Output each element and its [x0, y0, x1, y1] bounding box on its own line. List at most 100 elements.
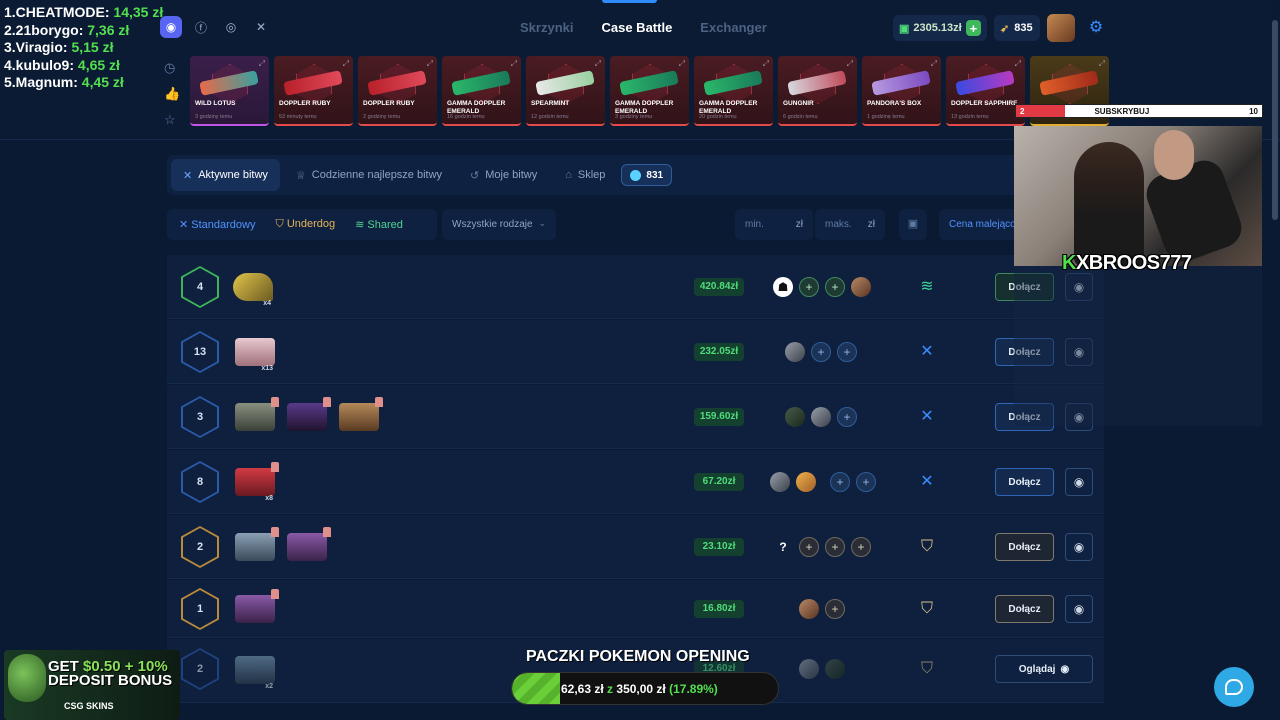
battle-row[interactable]: 8 x8 67.20zł + + ✕ Dołącz ◉	[167, 450, 1104, 514]
max-price-input[interactable]: maks. zł	[815, 209, 885, 240]
case-image	[235, 589, 279, 623]
recent-drop-item[interactable]: ⤢ GAMMA DOPPLER EMERALD 3 godziny temu	[610, 56, 689, 126]
join-button[interactable]: Dołącz	[995, 468, 1054, 496]
battle-row[interactable]: 2 23.10zł ? + + + ⛉ Dołącz ◉	[167, 515, 1104, 579]
battle-filters: ✕ Standardowy ⛉ Underdog ≋ Shared Wszyst…	[167, 209, 1019, 240]
empty-slot[interactable]: +	[799, 537, 819, 557]
filter-standard[interactable]: ✕ Standardowy	[179, 218, 256, 231]
player-avatar	[851, 277, 871, 297]
shared-mode-icon: ≋	[920, 278, 934, 295]
chat-button[interactable]	[1214, 667, 1254, 707]
promo-brand: CSG SKINS	[64, 701, 114, 711]
recent-drop-item[interactable]: ⤢ GAMMA DOPPLER EMERALD 16 godzin temu	[442, 56, 521, 126]
player-slots	[799, 659, 845, 679]
battle-price: 23.10zł	[694, 538, 744, 556]
recent-drop-item[interactable]: ⤢ DOPPLER RUBY 2 godziny temu	[358, 56, 437, 126]
player-avatar	[825, 659, 845, 679]
round-count: 3	[181, 396, 219, 438]
recent-drop-item[interactable]: ⤢ DOPPLER SAPPHIRE 13 godzin temu	[946, 56, 1025, 126]
x-icon[interactable]: ✕	[250, 16, 272, 38]
drops-filter-icons: ◷ 👍 ☆	[164, 60, 180, 128]
instagram-icon[interactable]: ◎	[220, 16, 242, 38]
drop-time: 16 godzin temu	[447, 114, 485, 120]
join-button[interactable]: Dołącz	[995, 533, 1054, 561]
case-image	[339, 397, 383, 431]
drop-name: GUNGNIR	[783, 100, 814, 107]
nav-case-battle[interactable]: Case Battle	[601, 20, 672, 35]
social-links: ◉ ⓕ ◎ ✕	[160, 16, 272, 38]
case-link-icon: ⤢	[1098, 59, 1105, 68]
watch-button[interactable]: Oglądaj ◉	[995, 655, 1093, 683]
drop-name: DOPPLER RUBY	[363, 100, 415, 107]
join-button[interactable]: Dołącz	[995, 595, 1054, 623]
nav-skrzynki[interactable]: Skrzynki	[520, 20, 573, 35]
empty-slot[interactable]: +	[837, 407, 857, 427]
case-link-icon: ⤢	[426, 59, 433, 68]
watch-icon[interactable]: ◉	[1065, 533, 1093, 561]
empty-slot[interactable]: +	[830, 472, 850, 492]
sort-select[interactable]: Cena malejąco	[939, 209, 1019, 240]
battle-price: 67.20zł	[694, 473, 744, 491]
wallet-balance[interactable]: ▣ 2305.13zł +	[893, 15, 987, 41]
coin-icon	[630, 169, 642, 181]
battle-row[interactable]: 3 159.60zł + ✕ Dołącz ◉	[167, 385, 1104, 449]
empty-slot[interactable]: +	[851, 537, 871, 557]
drop-time: 2 godziny temu	[363, 114, 401, 120]
battle-tabs: ✕ Aktywne bitwy ♕ Codzienne najlepsze bi…	[167, 155, 1027, 195]
recent-drop-item[interactable]: ⤢ PANDORA'S BOX 1 godzinę temu	[862, 56, 941, 126]
empty-slot[interactable]: +	[825, 277, 845, 297]
drop-name: PANDORA'S BOX	[867, 100, 922, 107]
drop-name: WILD LOTUS	[195, 100, 236, 107]
empty-slot[interactable]: +	[856, 472, 876, 492]
min-price-input[interactable]: min. zł	[735, 209, 813, 240]
empty-slot[interactable]: +	[837, 342, 857, 362]
round-count: 4	[181, 266, 219, 308]
leaderboard-row: 2.21borygo: 7,36 zł	[4, 21, 130, 38]
tab-my-battles[interactable]: ↺ Moje bitwy	[458, 159, 549, 191]
case-link-icon: ⤢	[678, 59, 685, 68]
battle-row[interactable]: 1 16.80zł + ⛉ Dołącz ◉	[167, 580, 1104, 638]
drop-time: 13 godzin temu	[951, 114, 989, 120]
thumbs-up-icon[interactable]: 👍	[164, 86, 180, 102]
case-link-icon: ⤢	[846, 59, 853, 68]
drop-name: DOPPLER SAPPHIRE	[951, 100, 1018, 107]
battle-row[interactable]: 13 x13 232.05zł + + ✕ Dołącz ◉	[167, 320, 1104, 384]
discord-icon[interactable]: ◉	[160, 16, 182, 38]
empty-slot[interactable]: +	[825, 537, 845, 557]
promo-banner[interactable]: GET $0.50 + 10% DEPOSIT BONUS CSG SKINS	[4, 650, 180, 720]
case-filter-icon[interactable]: ▣	[899, 209, 927, 240]
nav-exchanger[interactable]: Exchanger	[700, 20, 766, 35]
round-count: 1	[181, 588, 219, 630]
gear-icon[interactable]: ⚙	[1086, 18, 1106, 38]
user-avatar[interactable]	[1047, 14, 1075, 42]
recent-drop-item[interactable]: ⤢ WILD LOTUS 3 godziny temu	[190, 56, 269, 126]
overlay-panel	[1014, 266, 1262, 426]
empty-slot[interactable]: +	[799, 277, 819, 297]
watch-icon[interactable]: ◉	[1065, 468, 1093, 496]
leaderboard-row: 3.Viragio: 5,15 zł	[4, 39, 114, 55]
empty-slot[interactable]: +	[825, 599, 845, 619]
recent-drop-item[interactable]: ⤢ GUNGNIR 6 godzin temu	[778, 56, 857, 126]
tab-shop[interactable]: ⌂ Sklep	[553, 159, 617, 191]
recent-drop-item[interactable]: ⤢ SPEARMINT 12 godzin temu	[526, 56, 605, 126]
standard-mode-icon: ✕	[920, 343, 934, 360]
watch-icon[interactable]: ◉	[1065, 595, 1093, 623]
donation-goal-fill	[512, 673, 560, 704]
recent-drop-item[interactable]: ⤢ GAMMA DOPPLER EMERALD 20 godzin temu	[694, 56, 773, 126]
type-select[interactable]: Wszystkie rodzaje ⌄	[442, 209, 556, 240]
tab-active-battles[interactable]: ✕ Aktywne bitwy	[171, 159, 280, 191]
page-scrollbar[interactable]	[1272, 0, 1278, 720]
coin-balance[interactable]: ➶ 835	[994, 15, 1040, 41]
filter-shared[interactable]: ≋ Shared	[355, 218, 403, 231]
facebook-icon[interactable]: ⓕ	[190, 16, 212, 38]
player-slots: ? + + +	[773, 537, 871, 557]
clock-icon[interactable]: ◷	[164, 60, 180, 76]
filter-underdog[interactable]: ⛉ Underdog	[276, 218, 336, 231]
deposit-button[interactable]: +	[965, 20, 981, 36]
battle-row[interactable]: 4 x4 420.84zł ☗ + + ≋ Dołącz ◉	[167, 255, 1104, 319]
tab-daily-best[interactable]: ♕ Codzienne najlepsze bitwy	[284, 159, 454, 191]
empty-slot[interactable]: +	[811, 342, 831, 362]
recent-drop-item[interactable]: ⤢ DOPPLER RUBY 53 minuty temu	[274, 56, 353, 126]
star-icon[interactable]: ☆	[164, 112, 180, 128]
drop-time: 6 godzin temu	[783, 114, 818, 120]
